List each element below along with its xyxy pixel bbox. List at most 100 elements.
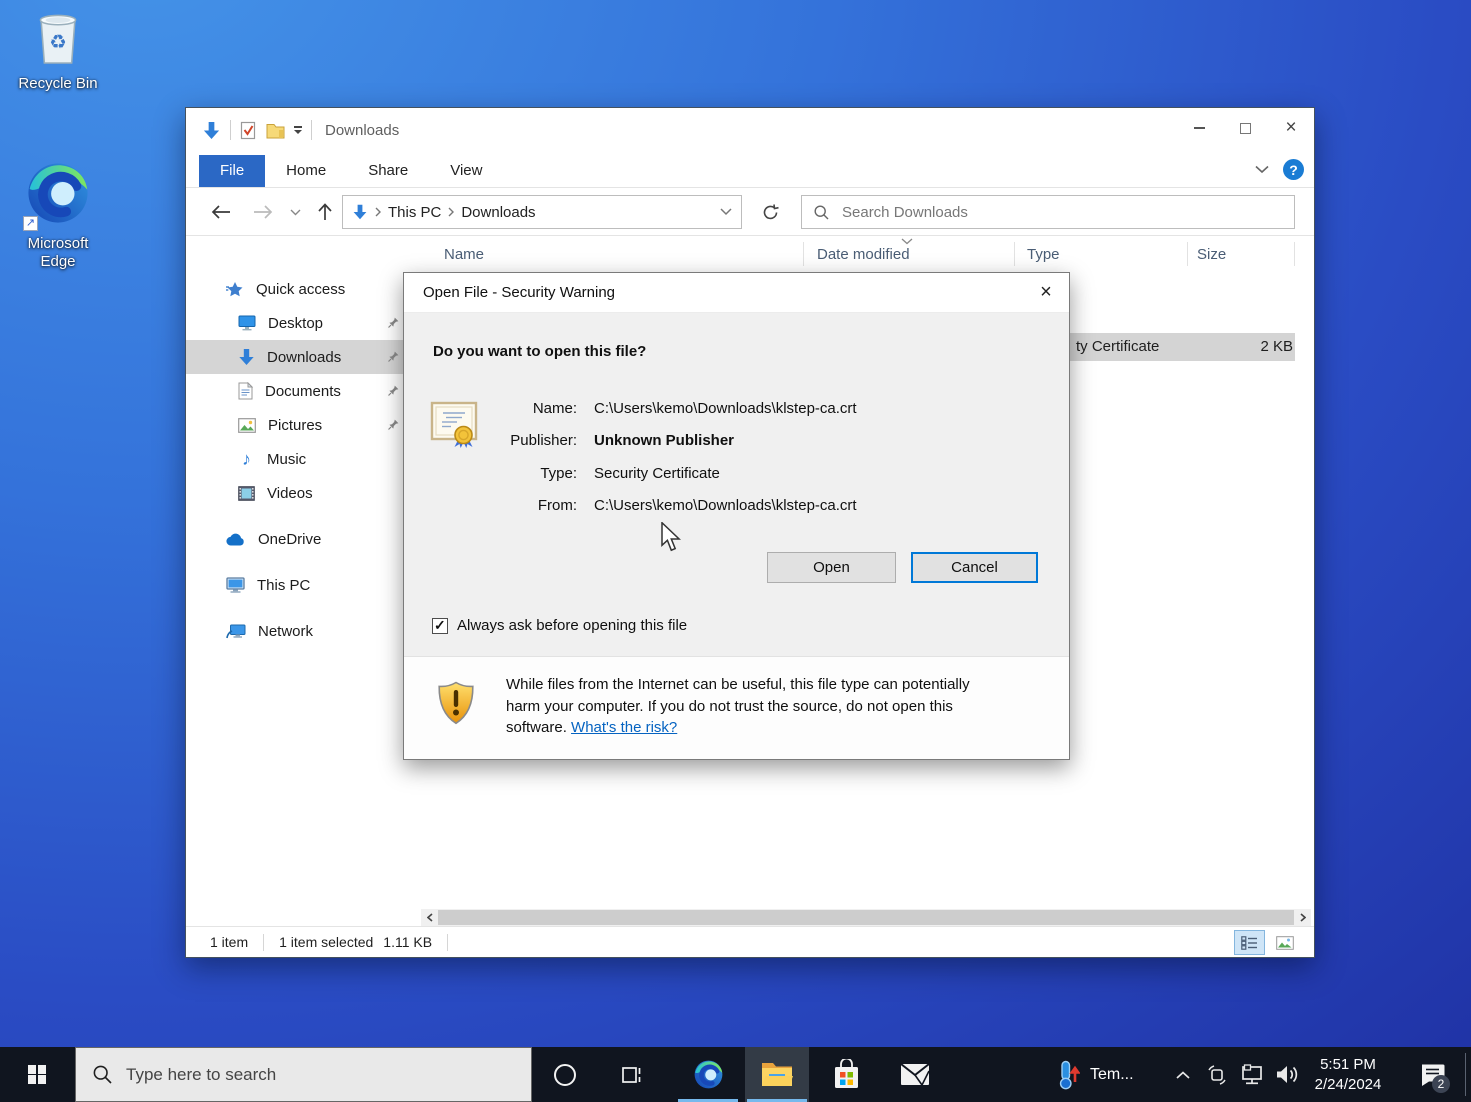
sidebar-item-pictures[interactable]: Pictures	[186, 408, 421, 442]
tray-touch-keyboard-icon[interactable]	[1202, 1047, 1232, 1102]
cancel-button[interactable]: Cancel	[911, 552, 1038, 583]
sidebar-item-documents[interactable]: Documents	[186, 374, 421, 408]
sidebar-item-music[interactable]: ♪ Music	[186, 442, 421, 476]
window-controls: ×	[1176, 108, 1314, 148]
open-button[interactable]: Open	[767, 552, 896, 583]
desktop-icon-edge[interactable]: ↗ Microsoft Edge	[8, 160, 108, 271]
whats-the-risk-link[interactable]: What's the risk?	[571, 719, 677, 736]
downloads-folder-icon[interactable]	[202, 121, 221, 140]
search-icon	[93, 1065, 112, 1084]
sort-descending-chevron-icon	[901, 238, 913, 245]
desktop-icon-label: Microsoft Edge	[8, 235, 108, 271]
start-button[interactable]	[0, 1047, 74, 1102]
column-header-name[interactable]: Name	[444, 246, 484, 263]
sidebar-item-downloads[interactable]: Downloads	[186, 340, 421, 374]
checkbox-label: Always ask before opening this file	[457, 617, 687, 634]
scroll-right-arrow[interactable]	[1294, 909, 1311, 926]
network-icon	[226, 624, 246, 639]
taskbar-search-placeholder: Type here to search	[126, 1065, 276, 1085]
cortana-icon	[554, 1064, 576, 1086]
tab-home[interactable]: Home	[265, 155, 347, 187]
checkbox-checked[interactable]	[432, 618, 448, 634]
tray-volume-icon[interactable]	[1270, 1047, 1304, 1102]
tray-temperature-label[interactable]: Tem...	[1090, 1047, 1134, 1102]
address-bar[interactable]: This PC Downloads	[342, 195, 742, 229]
warning-shield-icon	[437, 681, 475, 725]
taskbar-file-explorer-button[interactable]	[745, 1047, 809, 1102]
column-header-date-modified[interactable]: Date modified	[817, 246, 910, 263]
scroll-left-arrow[interactable]	[421, 909, 438, 926]
pin-icon	[388, 317, 399, 328]
status-bar: 1 item 1 item selected 1.11 KB	[186, 926, 1314, 957]
column-header-size[interactable]: Size	[1197, 246, 1226, 263]
taskbar-edge-button[interactable]	[676, 1047, 740, 1102]
taskbar-mail-button[interactable]	[883, 1047, 947, 1102]
large-icons-view-button[interactable]	[1269, 930, 1300, 955]
downloads-icon	[238, 348, 255, 366]
taskbar-search-input[interactable]: Type here to search	[75, 1047, 532, 1102]
sidebar-item-quick-access[interactable]: Quick access	[186, 272, 421, 306]
this-pc-icon	[226, 577, 245, 593]
new-folder-icon[interactable]	[266, 122, 285, 139]
customize-toolbar-caret-icon[interactable]	[294, 126, 302, 134]
taskbar-store-button[interactable]	[814, 1047, 878, 1102]
expand-ribbon-chevron-icon[interactable]	[1255, 165, 1269, 174]
quick-access-toolbar: Downloads	[202, 108, 399, 152]
scrollbar-thumb[interactable]	[438, 910, 1294, 925]
maximize-button[interactable]	[1222, 108, 1268, 148]
action-center-button[interactable]: 2	[1408, 1047, 1456, 1102]
search-input[interactable]: Search Downloads	[801, 195, 1295, 229]
clock-time: 5:51 PM	[1303, 1055, 1393, 1075]
field-type-label: Type:	[404, 465, 594, 482]
minimize-button[interactable]	[1176, 108, 1222, 148]
tab-share[interactable]: Share	[347, 155, 429, 187]
address-dropdown-chevron-icon[interactable]	[720, 208, 732, 216]
pin-icon	[388, 419, 399, 430]
desktop-icon-label: Recycle Bin	[8, 75, 108, 93]
ribbon-tabs: File Home Share View ?	[186, 152, 1314, 188]
taskbar-clock[interactable]: 5:51 PM 2/24/2024	[1303, 1055, 1393, 1094]
always-ask-checkbox-row[interactable]: Always ask before opening this file	[432, 617, 687, 634]
desktop-icon	[238, 315, 256, 331]
close-button[interactable]: ×	[1268, 108, 1314, 148]
desktop-icon-recycle-bin[interactable]: ♻ Recycle Bin	[8, 8, 108, 93]
forward-button[interactable]	[248, 196, 278, 228]
properties-icon[interactable]	[240, 121, 257, 140]
recent-locations-chevron-icon[interactable]	[284, 196, 306, 228]
sidebar-item-onedrive[interactable]: OneDrive	[186, 522, 421, 556]
downloads-folder-icon	[352, 204, 368, 220]
show-desktop-button[interactable]	[1465, 1053, 1471, 1096]
horizontal-scrollbar[interactable]	[421, 909, 1311, 926]
tray-temperature-icon[interactable]	[1050, 1047, 1086, 1102]
sidebar-item-this-pc[interactable]: This PC	[186, 568, 421, 602]
sidebar-item-network[interactable]: Network	[186, 614, 421, 648]
field-publisher-label: Publisher:	[404, 432, 594, 449]
refresh-button[interactable]	[752, 195, 788, 229]
videos-icon	[238, 486, 255, 501]
details-view-button[interactable]	[1234, 930, 1265, 955]
dialog-title: Open File - Security Warning	[423, 284, 615, 301]
task-view-button[interactable]	[599, 1047, 663, 1102]
file-size-cell: 2 KB	[1181, 338, 1293, 355]
sidebar-item-desktop[interactable]: Desktop	[186, 306, 421, 340]
dialog-close-button[interactable]: ×	[1023, 273, 1069, 312]
desktop: ♻ Recycle Bin ↗ Microsoft Edge	[0, 0, 1471, 1102]
quick-access-star-icon	[226, 281, 244, 298]
tray-overflow-chevron[interactable]	[1168, 1047, 1198, 1102]
breadcrumb-this-pc[interactable]: This PC	[388, 204, 441, 221]
mouse-cursor	[660, 522, 682, 552]
up-button[interactable]	[310, 196, 340, 228]
breadcrumb-downloads[interactable]: Downloads	[461, 204, 535, 221]
tab-view[interactable]: View	[429, 155, 503, 187]
field-from-value: C:\Users\kemo\Downloads\klstep-ca.crt	[594, 497, 857, 514]
help-button[interactable]: ?	[1283, 159, 1304, 180]
tray-network-icon[interactable]	[1236, 1047, 1268, 1102]
column-header-type[interactable]: Type	[1027, 246, 1060, 263]
sidebar-item-videos[interactable]: Videos	[186, 476, 421, 510]
search-placeholder: Search Downloads	[842, 204, 968, 221]
cortana-button[interactable]	[533, 1047, 597, 1102]
navigation-pane: Quick access Desktop Downloads	[186, 236, 421, 909]
back-button[interactable]	[206, 196, 236, 228]
tab-file[interactable]: File	[199, 155, 265, 187]
security-warning-dialog: Open File - Security Warning × Do you wa…	[403, 272, 1070, 760]
